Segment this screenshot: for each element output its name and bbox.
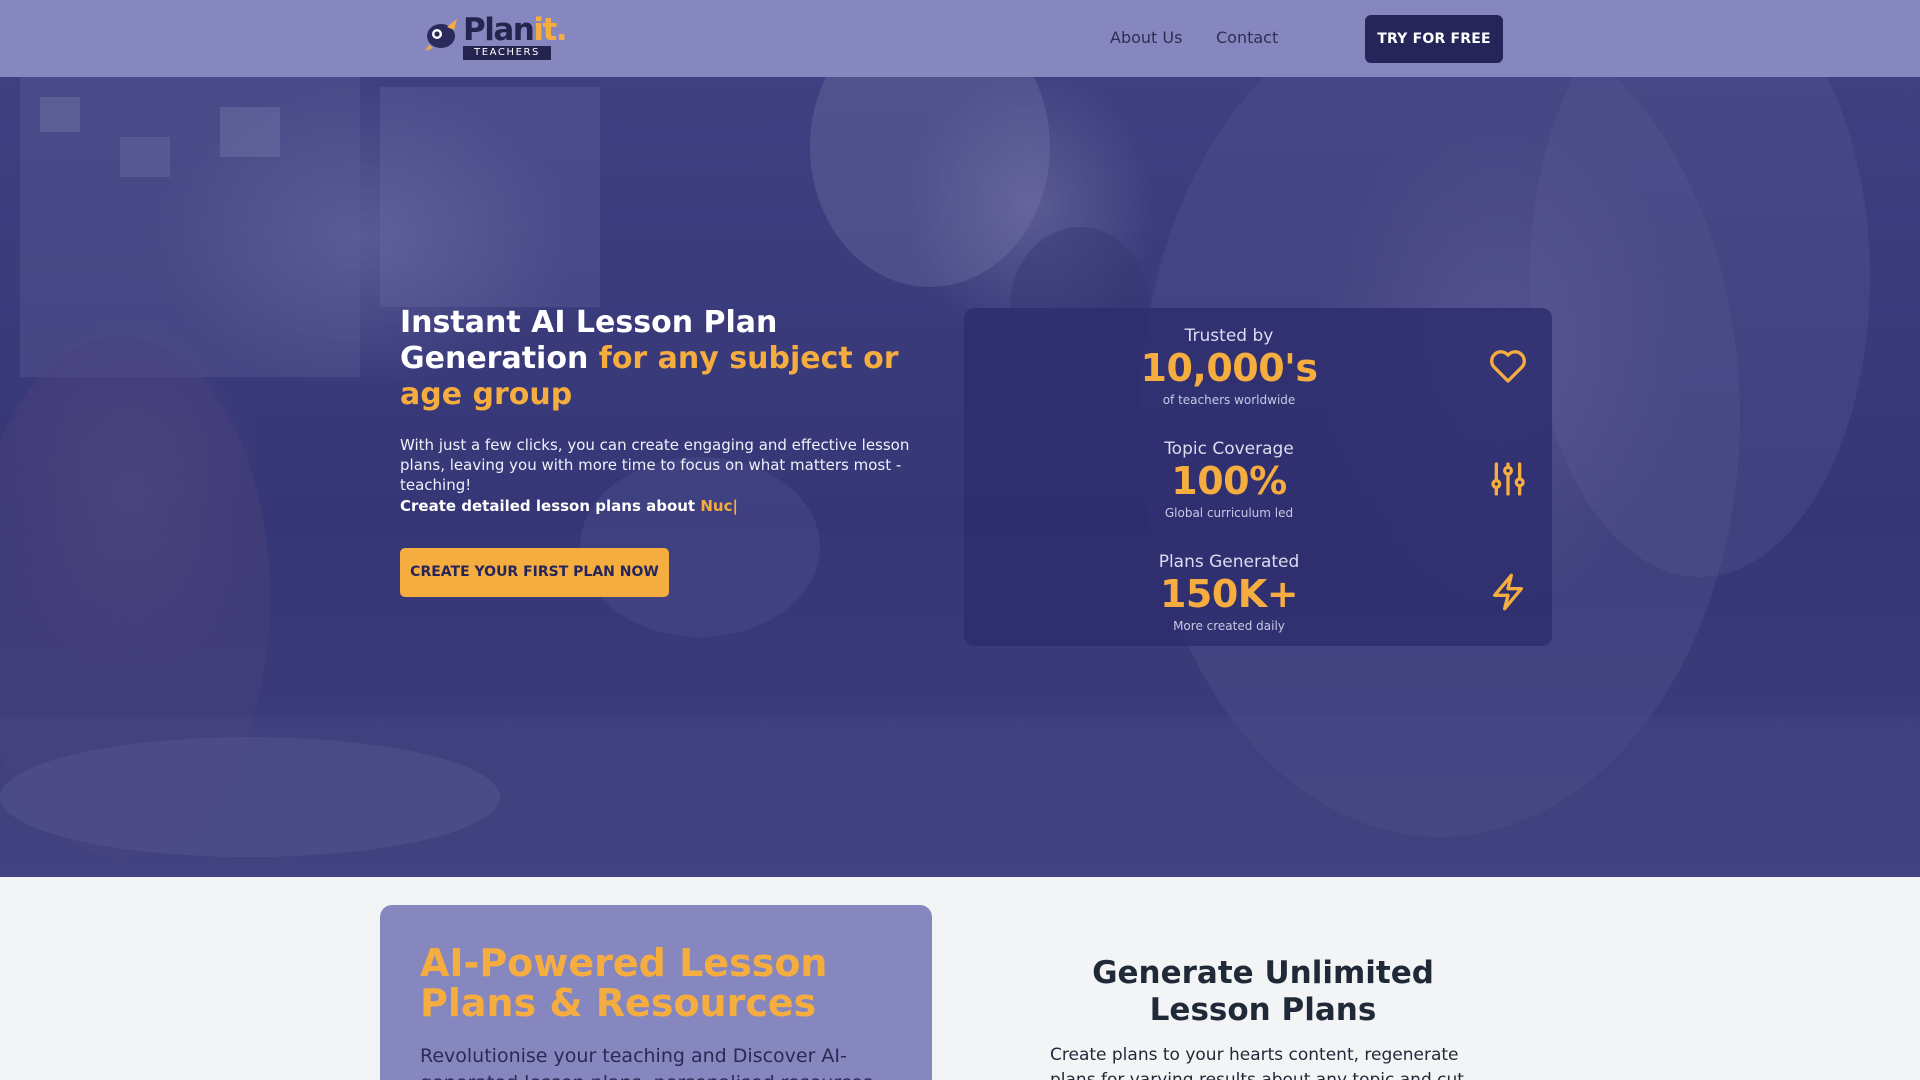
stat-value: 10,000's xyxy=(1140,346,1318,390)
stat-label: Topic Coverage xyxy=(1164,439,1294,459)
stat-label: Trusted by xyxy=(1184,326,1274,346)
hero-overlay xyxy=(0,77,1920,877)
create-first-plan-button[interactable]: CREATE YOUR FIRST PLAN NOW xyxy=(400,548,669,597)
stat-note: More created daily xyxy=(1173,619,1285,633)
stat-value: 150K+ xyxy=(1159,572,1299,616)
brand-name: Planit. xyxy=(463,12,568,48)
feature-card: AI-Powered Lesson Plans & Resources Revo… xyxy=(380,905,932,1080)
top-navbar: Planit. TEACHERS About Us Contact TRY FO… xyxy=(0,0,1920,77)
stat-coverage: Topic Coverage 100% Global curriculum le… xyxy=(964,439,1552,549)
stat-note: of teachers worldwide xyxy=(1162,393,1296,407)
stat-value: 100% xyxy=(1171,459,1287,503)
stats-panel: Trusted by 10,000's of teachers worldwid… xyxy=(964,308,1552,646)
heart-icon xyxy=(1490,350,1526,383)
nav-contact-link[interactable]: Contact xyxy=(1216,28,1278,47)
stat-label: Plans Generated xyxy=(1158,552,1300,572)
lightning-icon xyxy=(1493,573,1523,611)
brand-subtitle: TEACHERS xyxy=(463,46,551,60)
stat-plans: Plans Generated 150K+ More created daily xyxy=(964,552,1552,662)
hero-title: Instant AI Lesson Plan Generation for an… xyxy=(400,305,899,412)
hero-section: Instant AI Lesson Plan Generation for an… xyxy=(0,77,1920,877)
hero-typing-line: Create detailed lesson plans about Nuc| xyxy=(400,497,738,515)
rocket-icon xyxy=(425,19,457,51)
stat-note: Global curriculum led xyxy=(1164,506,1294,520)
feature-card-description: Revolutionise your teaching and Discover… xyxy=(420,1045,873,1080)
feature-card-title: AI-Powered Lesson Plans & Resources xyxy=(420,941,828,1025)
sliders-icon xyxy=(1491,462,1525,496)
generate-section-description: Create plans to your hearts content, reg… xyxy=(1050,1045,1464,1080)
brand-logo[interactable]: Planit. TEACHERS xyxy=(423,12,568,61)
typed-topic: Nuc| xyxy=(700,497,738,515)
hero-description: With just a few clicks, you can create e… xyxy=(400,436,910,494)
generate-section-title: Generate Unlimited Lesson Plans xyxy=(1092,955,1434,1028)
try-for-free-button[interactable]: TRY FOR FREE xyxy=(1365,15,1503,63)
stat-trusted: Trusted by 10,000's of teachers worldwid… xyxy=(964,326,1552,436)
nav-about-link[interactable]: About Us xyxy=(1110,28,1182,47)
